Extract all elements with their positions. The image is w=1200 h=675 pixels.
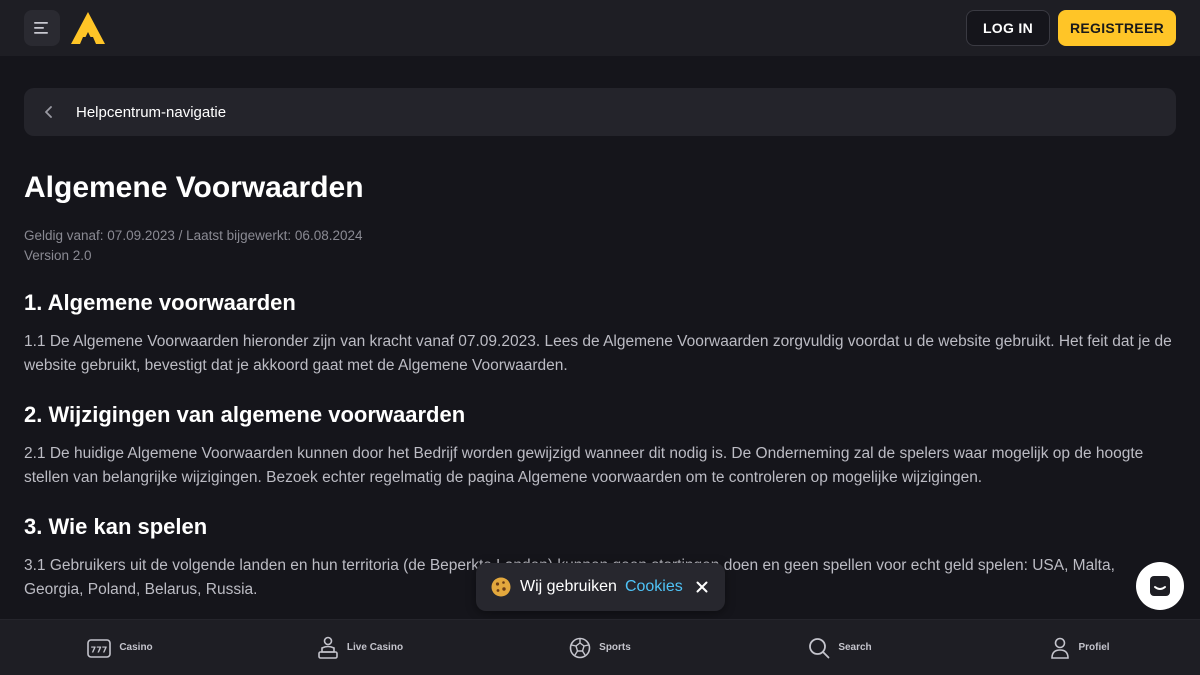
nav-item-casino[interactable]: 777 Casino <box>0 620 240 675</box>
nav-item-live-casino[interactable]: Live Casino <box>240 620 480 675</box>
help-center-navigation[interactable]: Helpcentrum-navigatie <box>24 88 1176 136</box>
validity-meta: Geldig vanaf: 07.09.2023 / Laatst bijgew… <box>24 228 363 243</box>
section-paragraph: 1.1 De Algemene Voorwaarden hieronder zi… <box>24 333 1172 374</box>
logo-icon <box>71 12 105 44</box>
article-content: Algemene Voorwaarden Geldig vanaf: 07.09… <box>24 168 1176 602</box>
cookie-text: Wij gebruiken <box>520 578 617 595</box>
chat-support-button[interactable] <box>1136 562 1184 610</box>
nav-label: Sports <box>599 642 631 653</box>
chat-icon <box>1150 576 1170 596</box>
close-icon <box>696 581 708 593</box>
nav-label: Search <box>838 642 872 653</box>
slot-777-icon: 777 <box>87 638 112 658</box>
bottom-navigation: 777 Casino Live Casino Sports Search Pro… <box>0 619 1200 675</box>
nav-label: Profiel <box>1078 642 1110 653</box>
nav-item-search[interactable]: Search <box>720 620 960 675</box>
search-icon <box>809 637 830 658</box>
hamburger-icon <box>34 22 48 34</box>
help-center-navigation-label: Helpcentrum-navigatie <box>76 103 227 121</box>
cookie-icon <box>491 577 511 597</box>
page-title: Algemene Voorwaarden <box>24 171 364 204</box>
brand-logo[interactable] <box>70 10 106 46</box>
chevron-left-icon <box>44 104 60 120</box>
user-icon <box>1051 637 1070 659</box>
cookie-close-button[interactable] <box>693 578 711 596</box>
nav-label: Casino <box>119 642 153 653</box>
menu-button[interactable] <box>24 10 60 46</box>
section-title: 1. Algemene voorwaarden <box>24 290 296 315</box>
cookie-banner: Wij gebruiken Cookies <box>476 563 725 611</box>
top-bar-left <box>24 10 106 46</box>
nav-item-sports[interactable]: Sports <box>480 620 720 675</box>
cookies-link[interactable]: Cookies <box>625 578 683 596</box>
nav-label: Live Casino <box>346 642 404 653</box>
svg-text:777: 777 <box>91 645 108 654</box>
top-bar-right: LOG IN REGISTREER <box>965 10 1176 46</box>
version-meta: Version 2.0 <box>24 248 92 263</box>
soccer-ball-icon <box>569 637 591 658</box>
section-title: 3. Wie kan spelen <box>24 514 208 539</box>
dealer-icon <box>318 636 338 659</box>
register-button[interactable]: REGISTREER <box>1057 10 1176 46</box>
section-title: 2. Wijzigingen van algemene voorwaarden <box>24 402 466 427</box>
top-bar: LOG IN REGISTREER <box>0 0 1200 56</box>
section-paragraph: 2.1 De huidige Algemene Voorwaarden kunn… <box>24 445 1144 486</box>
nav-item-profile[interactable]: Profiel <box>960 620 1200 675</box>
login-button[interactable]: LOG IN <box>965 10 1050 46</box>
